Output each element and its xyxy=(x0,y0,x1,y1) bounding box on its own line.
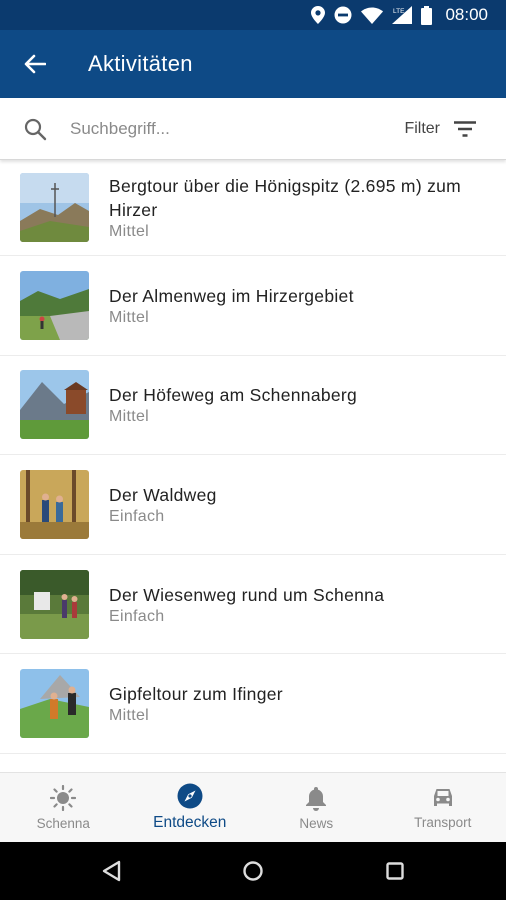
app-bar: Aktivitäten xyxy=(0,30,506,98)
compass-icon xyxy=(177,783,203,809)
list-item[interactable]: Der Wiesenweg rund um Schenna Einfach xyxy=(0,555,506,655)
nav-label: News xyxy=(299,815,334,831)
bottom-navigation: Schenna Entdecken News Transport xyxy=(0,772,506,842)
car-icon xyxy=(433,788,452,806)
activity-name: Der Höfeweg am Schennaberg xyxy=(109,385,358,406)
nav-label: Entdecken xyxy=(153,814,227,831)
status-bar: LTE 08:00 xyxy=(0,0,506,30)
activity-name: Der Almenweg im Hirzergebiet xyxy=(109,285,354,306)
nav-item-news[interactable]: News xyxy=(253,773,380,842)
nav-item-transport[interactable]: Transport xyxy=(380,773,506,842)
list-item[interactable]: Der Waldweg Einfach xyxy=(0,455,506,555)
list-item[interactable]: Bergtour über die Hönigspitz (2.695 m) z… xyxy=(0,160,506,256)
status-time: 08:00 xyxy=(445,5,488,24)
activity-level: Mittel xyxy=(109,408,150,426)
activity-thumbnail xyxy=(20,173,89,242)
bell-icon xyxy=(306,786,327,811)
activity-name: Der Waldweg xyxy=(109,484,217,505)
filter-icon xyxy=(454,120,476,137)
wifi-icon xyxy=(361,7,384,24)
filter-button[interactable]: Filter xyxy=(404,120,506,138)
activity-thumbnail xyxy=(20,669,89,739)
nav-item-entdecken[interactable]: Entdecken xyxy=(127,773,254,842)
activity-level: Einfach xyxy=(109,507,165,525)
list-item[interactable]: Der Almenweg im Hirzergebiet Mittel xyxy=(0,256,506,356)
activity-name: Gipfeltour zum Ifinger xyxy=(109,684,283,705)
back-button[interactable] xyxy=(0,30,70,98)
nav-label: Transport xyxy=(414,814,472,830)
search-input[interactable] xyxy=(70,118,405,139)
activity-level: Mittel xyxy=(109,223,150,240)
activity-thumbnail xyxy=(20,270,89,340)
arrow-left-icon xyxy=(24,54,46,74)
system-navigation-bar xyxy=(0,842,506,900)
battery-icon xyxy=(421,5,433,25)
activity-thumbnail xyxy=(20,370,89,440)
activity-name: Bergtour über die Hönigspitz (2.695 m) z… xyxy=(109,176,462,220)
location-icon xyxy=(311,6,326,24)
lte-signal-icon: LTE xyxy=(392,6,413,24)
activity-name: Der Wiesenweg rund um Schenna xyxy=(109,584,385,605)
search-icon xyxy=(0,117,70,141)
do-not-disturb-icon xyxy=(334,6,352,24)
activity-level: Einfach xyxy=(109,607,165,625)
activity-list: Bergtour über die Hönigspitz (2.695 m) z… xyxy=(0,160,506,772)
activity-thumbnail xyxy=(20,569,89,639)
activity-level: Mittel xyxy=(109,308,150,326)
nav-item-schenna[interactable]: Schenna xyxy=(0,773,127,842)
recents-square-icon[interactable] xyxy=(385,861,405,881)
home-circle-icon[interactable] xyxy=(242,860,264,882)
back-triangle-icon[interactable] xyxy=(101,860,121,882)
svg-text:LTE: LTE xyxy=(393,8,405,15)
page-title: Aktivitäten xyxy=(88,51,193,76)
activity-thumbnail xyxy=(20,469,89,539)
activity-level: Mittel xyxy=(109,707,150,725)
list-item[interactable]: Gipfeltour zum Ifinger Mittel xyxy=(0,654,506,754)
search-bar: Filter xyxy=(0,98,506,160)
sun-icon xyxy=(50,784,77,811)
filter-label: Filter xyxy=(404,119,440,137)
nav-label: Schenna xyxy=(36,815,90,831)
list-item[interactable]: Der Höfeweg am Schennaberg Mittel xyxy=(0,356,506,456)
